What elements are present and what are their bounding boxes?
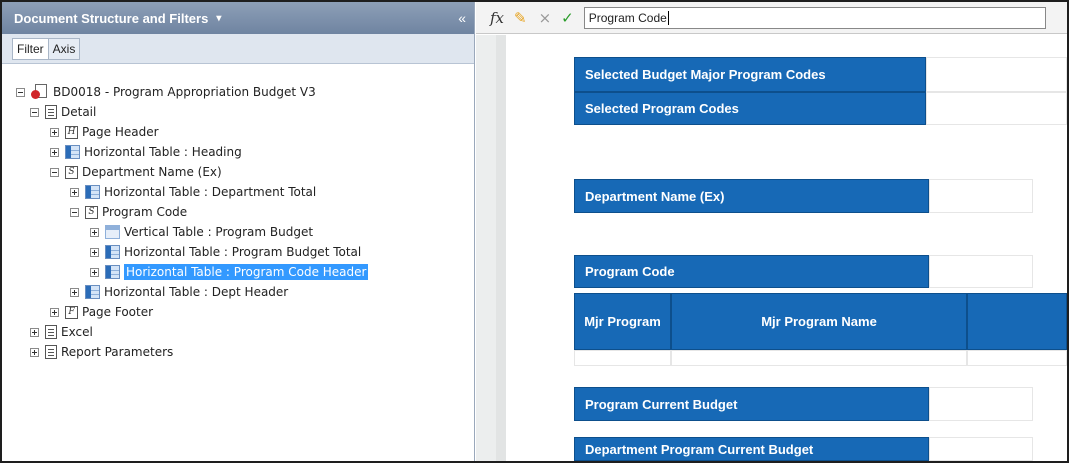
table-cell[interactable]	[574, 350, 671, 366]
table-cell[interactable]	[671, 350, 967, 366]
extra-column-header[interactable]	[967, 293, 1067, 350]
collapse-icon[interactable]	[70, 207, 79, 217]
expand-icon[interactable]	[70, 287, 79, 297]
tree-item-dept-header[interactable]: Horizontal Table : Dept Header	[70, 282, 288, 302]
tree-item-program-code-header[interactable]: Horizontal Table : Program Code Header	[90, 262, 369, 282]
department-name-value[interactable]	[929, 179, 1033, 213]
tree-item-label: Program Code	[102, 205, 188, 219]
tab-filter[interactable]: Filter	[12, 37, 49, 60]
panel-tabs: Filter Axis	[2, 34, 474, 64]
collapse-panel-icon[interactable]: «	[458, 10, 466, 26]
tree-item-excel[interactable]: Excel	[30, 322, 93, 342]
selected-major-codes-header[interactable]: Selected Budget Major Program Codes	[574, 57, 926, 92]
panel-title: Document Structure and Filters	[14, 10, 209, 26]
mjr-program-name-column-header[interactable]: Mjr Program Name	[671, 293, 967, 350]
horizontal-table-icon	[85, 185, 100, 199]
vertical-table-icon	[105, 225, 120, 239]
formula-editor-icon[interactable]: ✎	[514, 9, 527, 27]
tree-item-program-budget-total[interactable]: Horizontal Table : Program Budget Total	[90, 242, 361, 262]
program-current-budget-header[interactable]: Program Current Budget	[574, 387, 929, 421]
collapse-icon[interactable]	[16, 87, 25, 97]
tree-item-label: Horizontal Table : Dept Header	[104, 285, 289, 299]
document-structure-panel: Document Structure and Filters ▾ « Filte…	[2, 2, 475, 461]
page-header-icon: H	[65, 125, 78, 139]
tree-item-detail[interactable]: Detail	[30, 102, 96, 122]
program-code-value[interactable]	[929, 255, 1033, 288]
tree-item-department-name[interactable]: S Department Name (Ex)	[50, 162, 222, 182]
report-canvas[interactable]: Selected Budget Major Program Codes Sele…	[476, 35, 1067, 461]
expand-icon[interactable]	[50, 127, 59, 137]
selected-major-codes-value[interactable]	[926, 57, 1067, 92]
document-icon	[45, 325, 57, 339]
tree-item-program-code[interactable]: S Program Code	[70, 202, 187, 222]
department-program-current-budget-header[interactable]: Department Program Current Budget	[574, 437, 929, 461]
horizontal-table-icon	[105, 265, 120, 279]
expand-icon[interactable]	[30, 347, 39, 357]
expand-icon[interactable]	[90, 227, 99, 237]
tree-item-page-header[interactable]: H Page Header	[50, 122, 159, 142]
expand-icon[interactable]	[50, 307, 59, 317]
page-footer-icon: F	[65, 305, 78, 319]
text-cursor	[667, 10, 669, 25]
expand-icon[interactable]	[70, 187, 79, 197]
tree-item-program-budget[interactable]: Vertical Table : Program Budget	[90, 222, 313, 242]
document-icon	[45, 105, 57, 119]
left-ruler-inner	[496, 35, 506, 461]
tree-item-report[interactable]: BD0018 - Program Appropriation Budget V3	[16, 82, 316, 102]
function-icon[interactable]: fx	[490, 9, 504, 27]
selected-program-codes-header[interactable]: Selected Program Codes	[574, 92, 926, 125]
mjr-program-column-header[interactable]: Mjr Program	[574, 293, 671, 350]
tree-item-label: Page Header	[82, 125, 159, 139]
tree-item-report-parameters[interactable]: Report Parameters	[30, 342, 173, 362]
horizontal-table-icon	[65, 145, 80, 159]
horizontal-table-icon	[85, 285, 100, 299]
collapse-icon[interactable]	[30, 107, 39, 117]
tree-item-label: Department Name (Ex)	[82, 165, 222, 179]
tree-item-page-footer[interactable]: F Page Footer	[50, 302, 153, 322]
section-icon: S	[65, 165, 78, 179]
tree-item-label: Horizontal Table : Program Budget Total	[124, 245, 362, 259]
formula-value: Program Code	[588, 10, 667, 25]
document-icon	[45, 345, 57, 359]
program-code-header[interactable]: Program Code	[574, 255, 929, 288]
accept-icon[interactable]: ✓	[561, 9, 574, 27]
tree-item-label: Vertical Table : Program Budget	[124, 225, 314, 239]
formula-bar: fx ✎ × ✓ Program Code	[476, 2, 1067, 34]
tree-item-department-total[interactable]: Horizontal Table : Department Total	[70, 182, 316, 202]
selected-program-codes-value[interactable]	[926, 92, 1067, 125]
tree-item-label: Detail	[61, 105, 97, 119]
tree-item-label: Horizontal Table : Heading	[84, 145, 242, 159]
department-name-header[interactable]: Department Name (Ex)	[574, 179, 929, 213]
tree-item-label-selected: Horizontal Table : Program Code Header	[124, 264, 369, 280]
tab-axis[interactable]: Axis	[48, 37, 81, 60]
tree-item-label: Excel	[61, 325, 93, 339]
tree-item-label: BD0018 - Program Appropriation Budget V3	[53, 85, 316, 99]
expand-icon[interactable]	[30, 327, 39, 337]
tree-item-label: Horizontal Table : Department Total	[104, 185, 317, 199]
expand-icon[interactable]	[90, 267, 99, 277]
section-icon: S	[85, 205, 98, 219]
tree-item-label: Page Footer	[82, 305, 154, 319]
report-icon	[31, 84, 49, 100]
expand-icon[interactable]	[50, 147, 59, 157]
expand-icon[interactable]	[90, 247, 99, 257]
horizontal-table-icon	[105, 245, 120, 259]
tree-item-label: Report Parameters	[61, 345, 174, 359]
collapse-icon[interactable]	[50, 167, 59, 177]
table-cell[interactable]	[967, 350, 1067, 366]
formula-input[interactable]: Program Code	[583, 6, 1046, 29]
panel-header[interactable]: Document Structure and Filters ▾ «	[2, 2, 474, 34]
chevron-down-icon[interactable]: ▾	[216, 13, 221, 24]
report-editor: fx ✎ × ✓ Program Code Selected Budget Ma…	[476, 2, 1067, 461]
cancel-icon[interactable]: ×	[539, 9, 552, 27]
tree-item-heading-table[interactable]: Horizontal Table : Heading	[50, 142, 242, 162]
program-current-budget-value[interactable]	[929, 387, 1033, 421]
department-program-current-budget-value[interactable]	[929, 437, 1033, 461]
